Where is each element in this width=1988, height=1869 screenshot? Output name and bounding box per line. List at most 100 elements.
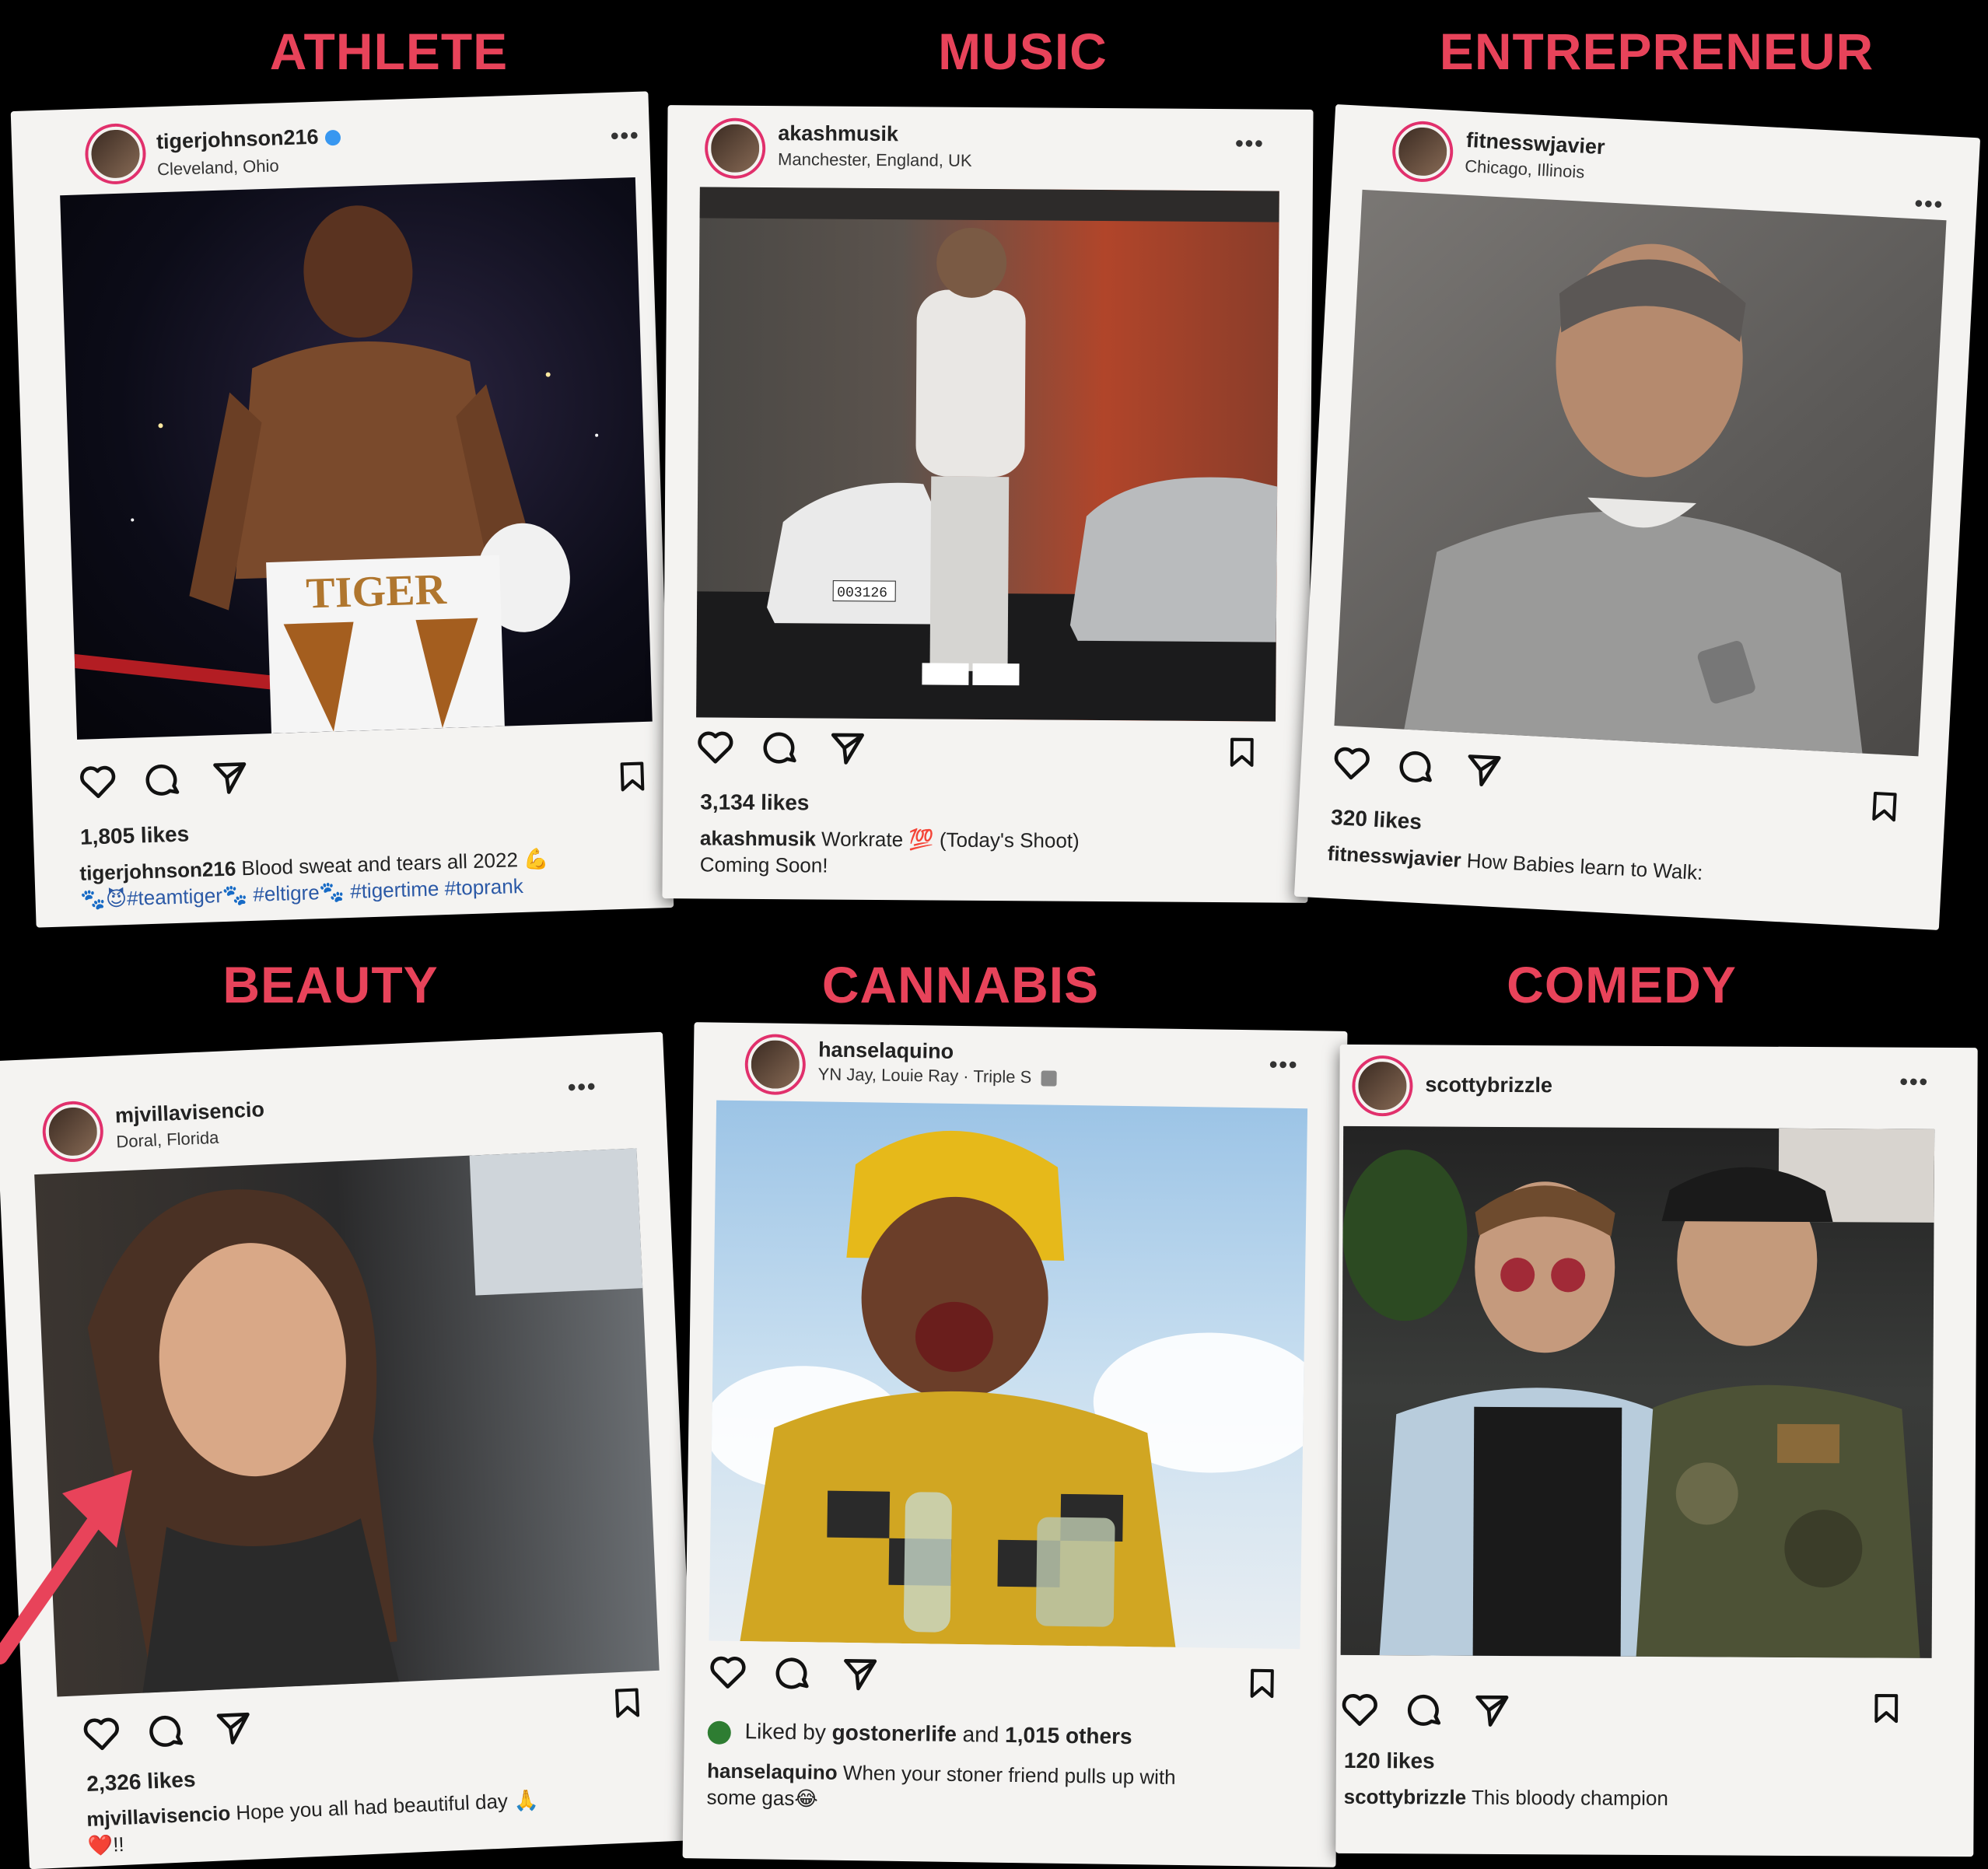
comment-icon[interactable]	[1406, 1690, 1445, 1729]
arrow-icon	[0, 1470, 132, 1664]
post-photo[interactable]	[709, 1100, 1308, 1650]
caption: fitnesswjavier How Babies learn to Walk:	[1327, 840, 1919, 898]
post-photo[interactable]	[1340, 1125, 1935, 1658]
more-icon[interactable]: •••	[1899, 1069, 1929, 1096]
more-icon[interactable]: •••	[1269, 1052, 1299, 1080]
location[interactable]: Chicago, Illinois	[1465, 156, 1585, 183]
post-photo[interactable]: 003126	[696, 187, 1279, 722]
avatar[interactable]	[1355, 1058, 1410, 1114]
caption-username[interactable]: fitnesswjavier	[1327, 842, 1461, 872]
duo-illustration	[1342, 1128, 1935, 1658]
caption-text: How Babies learn to Walk:	[1466, 849, 1704, 885]
likes-count[interactable]: 320 likes	[1330, 805, 1422, 835]
category-athlete: ATHLETE	[269, 23, 509, 80]
action-bar	[1331, 743, 1917, 822]
category-music: MUSIC	[938, 23, 1108, 80]
caption-text-line2: Coming Soon!	[699, 852, 828, 877]
action-bar	[696, 727, 1276, 778]
action-bar	[708, 1653, 1300, 1708]
heart-icon[interactable]	[709, 1653, 748, 1692]
category-beauty: BEAUTY	[222, 956, 439, 1013]
shorts-text: TIGER	[305, 565, 447, 618]
username[interactable]: mjvillavisencio	[114, 1097, 264, 1128]
bookmark-icon[interactable]	[1225, 733, 1259, 772]
explicit-icon	[1041, 1070, 1057, 1087]
caption: hanselaquino When your stoner friend pul…	[706, 1758, 1298, 1819]
more-icon[interactable]: •••	[1914, 191, 1944, 219]
liker-avatar-icon	[707, 1720, 732, 1745]
comment-icon[interactable]	[1398, 746, 1439, 787]
post-card-athlete: tigerjohnson216 Cleveland, Ohio ••• TIGE…	[10, 91, 674, 928]
caption-username[interactable]: tigerjohnson216	[79, 857, 236, 885]
plate-text: 003126	[837, 586, 887, 601]
bookmark-icon[interactable]	[1869, 1689, 1903, 1727]
caption: scottybrizzle This bloody champion	[1344, 1783, 1935, 1813]
post-card-music: akashmusik Manchester, England, UK ••• 0…	[662, 105, 1314, 903]
location[interactable]: YN Jay, Louie Ray · Triple S	[817, 1064, 1057, 1087]
stoner-illustration	[709, 1130, 1308, 1647]
heart-icon[interactable]	[78, 761, 118, 802]
likes-count[interactable]: 1,805 likes	[80, 821, 190, 849]
liked-by[interactable]: Liked by gostonerlife and 1,015 others	[707, 1719, 1132, 1750]
avatar[interactable]	[707, 121, 763, 176]
username[interactable]: tigerjohnson216	[156, 124, 341, 154]
caption: akashmusik Workrate 💯 (Today's Shoot) Co…	[700, 824, 1276, 881]
caption-username[interactable]: scottybrizzle	[1344, 1785, 1467, 1809]
category-comedy: COMEDY	[1507, 956, 1737, 1013]
location[interactable]: Manchester, England, UK	[778, 149, 972, 171]
location[interactable]: Doral, Florida	[116, 1128, 219, 1153]
comment-icon[interactable]	[147, 1710, 187, 1751]
likes-count[interactable]: 3,134 likes	[700, 789, 809, 815]
bookmark-icon[interactable]	[609, 1683, 645, 1724]
verified-badge-icon	[324, 129, 341, 146]
action-bar	[78, 745, 655, 810]
caption-text-line2: ❤️!!	[87, 1832, 125, 1857]
username[interactable]: scottybrizzle	[1425, 1073, 1552, 1097]
avatar[interactable]	[87, 125, 144, 183]
post-card-comedy: scottybrizzle ••• 120 likes scottybrizzl…	[1335, 1044, 1978, 1857]
caption-username[interactable]: hanselaquino	[707, 1759, 838, 1784]
avatar[interactable]	[747, 1037, 803, 1093]
comment-icon[interactable]	[762, 728, 801, 767]
heart-icon[interactable]	[82, 1713, 122, 1754]
username[interactable]: fitnesswjavier	[1465, 128, 1605, 159]
share-icon[interactable]	[841, 1654, 880, 1694]
username[interactable]: akashmusik	[778, 121, 898, 146]
caption-text: Hope you all had beautiful day 🙏	[235, 1787, 540, 1825]
cars-illustration: 003126	[696, 187, 1279, 722]
boxer-illustration: TIGER	[72, 205, 599, 734]
category-cannabis: CANNABIS	[821, 956, 1100, 1013]
heart-icon[interactable]	[1332, 743, 1373, 784]
share-icon[interactable]	[1463, 750, 1504, 791]
avatar[interactable]	[44, 1103, 102, 1160]
likes-count[interactable]: 2,326 likes	[86, 1767, 196, 1797]
more-icon[interactable]: •••	[611, 123, 641, 150]
share-icon[interactable]	[210, 758, 250, 798]
post-photo[interactable]: TIGER	[60, 177, 653, 740]
post-card-entrepreneur: fitnesswjavier Chicago, Illinois ••• 320…	[1293, 103, 1981, 931]
bookmark-icon[interactable]	[1867, 786, 1903, 827]
more-icon[interactable]: •••	[1235, 131, 1265, 157]
bookmark-icon[interactable]	[1244, 1664, 1279, 1703]
post-card-cannabis: hanselaquino YN Jay, Louie Ray · Triple …	[682, 1022, 1348, 1867]
caption: tigerjohnson216 Blood sweat and tears al…	[79, 842, 656, 913]
comment-icon[interactable]	[775, 1654, 814, 1693]
bookmark-icon[interactable]	[614, 757, 650, 796]
likes-count[interactable]: 120 likes	[1344, 1748, 1435, 1774]
location[interactable]: Cleveland, Ohio	[157, 156, 279, 180]
portrait-illustration	[1404, 243, 1863, 754]
post-photo[interactable]	[1334, 189, 1947, 757]
more-icon[interactable]: •••	[567, 1074, 597, 1102]
caption-text: Workrate 💯 (Today's Shoot)	[821, 827, 1080, 852]
username[interactable]: hanselaquino	[818, 1038, 954, 1063]
caption-username[interactable]: akashmusik	[700, 826, 816, 850]
comment-icon[interactable]	[144, 760, 184, 800]
share-icon[interactable]	[213, 1708, 254, 1748]
avatar[interactable]	[1394, 123, 1452, 180]
heart-icon[interactable]	[1340, 1690, 1379, 1729]
action-bar	[1340, 1690, 1931, 1740]
heart-icon[interactable]	[696, 727, 735, 766]
share-icon[interactable]	[1472, 1691, 1511, 1730]
caption-username[interactable]: mjvillavisencio	[86, 1801, 231, 1831]
share-icon[interactable]	[828, 729, 867, 768]
